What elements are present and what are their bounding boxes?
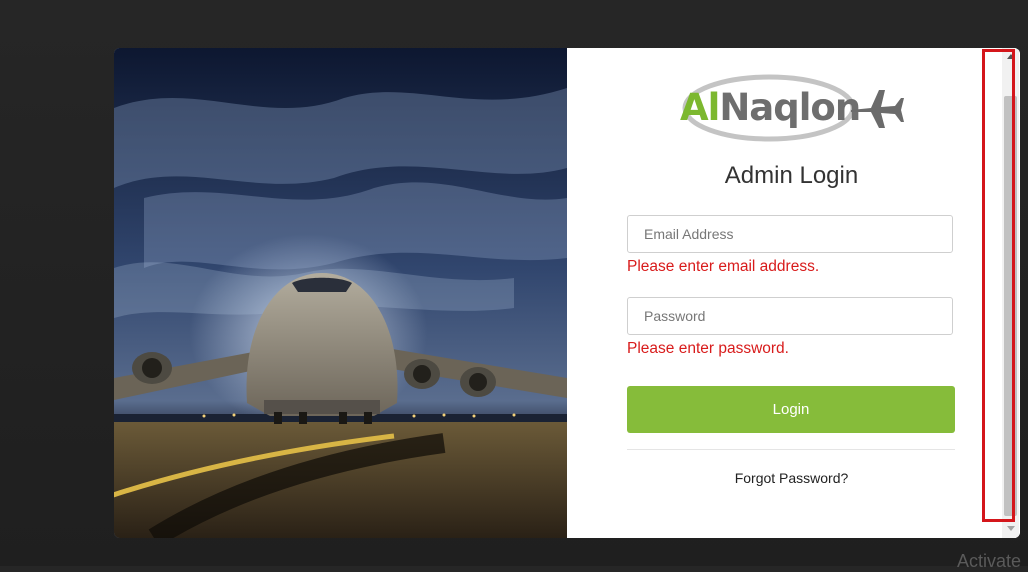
logo-wordmark: AlNaqlon (680, 86, 861, 129)
divider (627, 449, 955, 450)
scrollbar-thumb[interactable] (1004, 96, 1017, 516)
email-field[interactable] (627, 215, 953, 253)
company-logo: AlNaqlon (677, 68, 905, 148)
scrollbar[interactable] (980, 48, 1020, 538)
login-button[interactable]: Login (627, 386, 955, 433)
scroll-down-arrow-icon[interactable] (1007, 526, 1015, 531)
scroll-up-arrow-icon[interactable] (1007, 54, 1015, 59)
page-title: Admin Login (724, 162, 859, 189)
login-panel: AlNaqlon Admin Login Please enter email … (567, 48, 980, 538)
forgot-password-link[interactable]: Forgot Password? (567, 470, 1016, 486)
login-modal: AlNaqlon Admin Login Please enter email … (114, 48, 1020, 538)
password-error-message: Please enter password. (627, 340, 789, 357)
password-field[interactable] (627, 297, 953, 335)
email-error-message: Please enter email address. (627, 258, 820, 275)
airplane-hero-image (114, 48, 567, 538)
airplane-icon (851, 90, 904, 128)
os-activation-watermark: Activate (957, 551, 1022, 571)
